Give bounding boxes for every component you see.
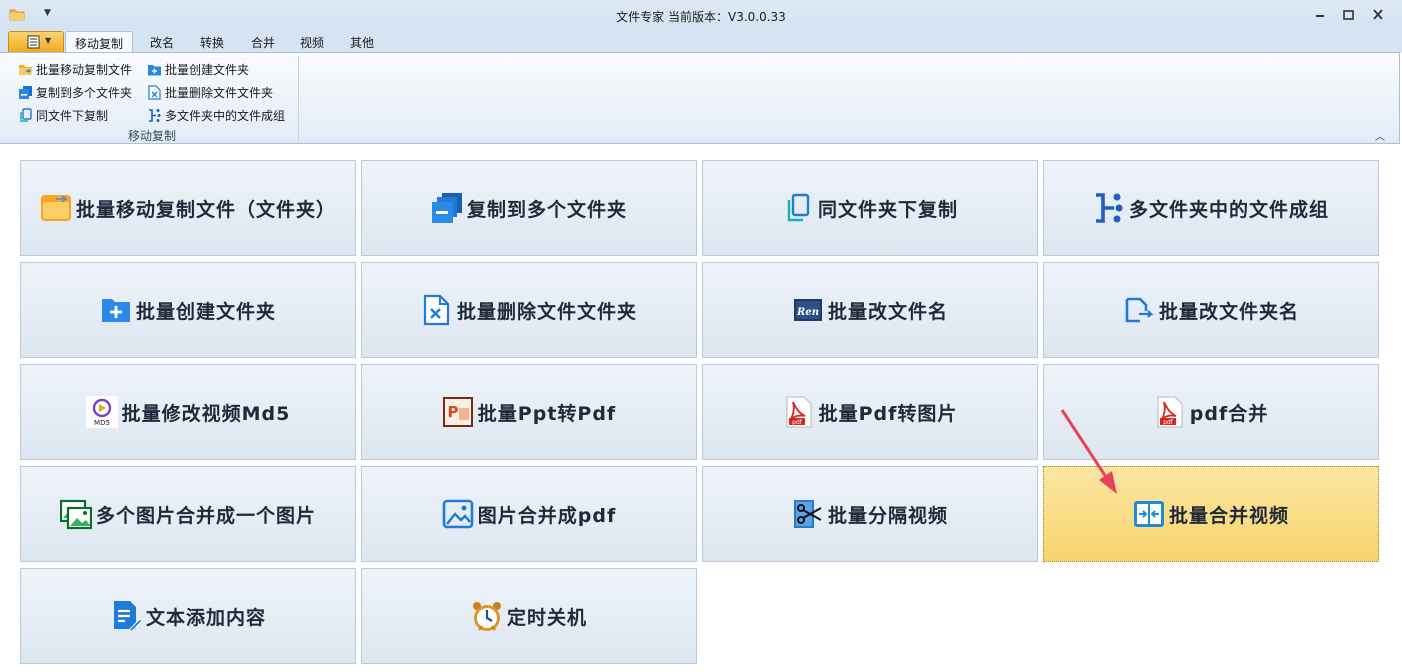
tile-batch-rename-folder[interactable]: 批量改文件夹名	[1043, 262, 1379, 358]
folder-move-icon	[40, 195, 71, 221]
tile-batch-create-folder[interactable]: 批量创建文件夹	[20, 262, 356, 358]
rename-folder-icon	[1125, 297, 1154, 323]
tile-grid: 批量移动复制文件（文件夹） 复制到多个文件夹 同文件夹下复制 多文件夹中的文件成…	[0, 144, 1402, 672]
group-files-icon	[1095, 193, 1123, 223]
image-icon	[442, 499, 474, 529]
ribbon-batch-move-copy-button[interactable]: 批量移动复制文件	[18, 61, 132, 78]
tile-batch-ppt-to-pdf[interactable]: P 批量Ppt转Pdf	[361, 364, 697, 460]
tile-label: 批量移动复制文件（文件夹）	[75, 198, 336, 221]
scissors-icon	[793, 500, 822, 528]
tile-images-to-pdf[interactable]: 图片合并成pdf	[361, 466, 697, 562]
alarm-clock-icon	[472, 602, 501, 631]
maximize-icon[interactable]	[1338, 6, 1358, 24]
svg-text:MD5: MD5	[94, 419, 110, 427]
tile-batch-rename[interactable]: Ren 批量改文件名	[702, 262, 1038, 358]
tile-group-files[interactable]: 多文件夹中的文件成组	[1043, 160, 1379, 256]
tile-label: 批量删除文件文件夹	[456, 300, 637, 323]
menu-dropdown-icon: ▼	[45, 36, 52, 45]
tile-label: 图片合并成pdf	[477, 504, 617, 527]
tile-label: 批量创建文件夹	[135, 300, 276, 323]
title-bar: ▼ 文件专家 当前版本：V3.0.0.33	[0, 0, 1402, 30]
tile-label: 文本添加内容	[145, 606, 266, 629]
tile-label: pdf合并	[1189, 402, 1269, 425]
delete-file-icon	[148, 85, 161, 100]
ribbon-item-label: 批量删除文件文件夹	[165, 86, 274, 100]
pdf-icon: pdf	[1157, 396, 1183, 428]
create-folder-icon	[148, 65, 161, 76]
tile-batch-delete[interactable]: 批量删除文件文件夹	[361, 262, 697, 358]
tile-label: 复制到多个文件夹	[466, 198, 627, 221]
tile-label: 定时关机	[506, 606, 587, 629]
ribbon-batch-delete-button[interactable]: 批量删除文件文件夹	[147, 84, 273, 101]
tile-scheduled-shutdown[interactable]: 定时关机	[361, 568, 697, 664]
copy-same-icon	[787, 193, 810, 222]
tile-merge-images[interactable]: 多个图片合并成一个图片	[20, 466, 356, 562]
tile-label: 批量改文件名	[827, 300, 948, 323]
ribbon-group-label: 移动复制	[127, 129, 176, 143]
tile-copy-multi-folder[interactable]: 复制到多个文件夹	[361, 160, 697, 256]
image-merge-icon	[59, 499, 92, 530]
svg-text:pdf: pdf	[1163, 419, 1174, 426]
tile-label: 批量修改视频Md5	[121, 402, 291, 425]
application-menu-button[interactable]: ▼	[8, 31, 64, 52]
tile-label: 批量Pdf转图片	[818, 402, 958, 425]
ribbon-group-files-button[interactable]: 多文件夹中的文件成组	[147, 107, 285, 124]
minimize-icon[interactable]	[1310, 6, 1330, 24]
tab-rename[interactable]: 改名	[150, 34, 174, 51]
tile-batch-move-copy[interactable]: 批量移动复制文件（文件夹）	[20, 160, 356, 256]
tile-copy-same-folder[interactable]: 同文件夹下复制	[702, 160, 1038, 256]
tile-label: 批量改文件夹名	[1158, 300, 1299, 323]
ribbon-item-label: 复制到多个文件夹	[36, 86, 133, 100]
tile-batch-merge-video[interactable]: 批量合并视频	[1043, 466, 1379, 562]
svg-text:Ren: Ren	[796, 307, 819, 318]
rename-icon: Ren	[793, 299, 822, 321]
tab-move-copy[interactable]: 移动复制	[65, 31, 134, 53]
delete-file-icon	[423, 294, 450, 326]
ribbon-copy-same-folder-button[interactable]: 同文件下复制	[18, 107, 108, 124]
tile-label: 多文件夹中的文件成组	[1128, 198, 1329, 221]
pdf-icon: pdf	[786, 396, 812, 428]
text-edit-icon	[113, 601, 142, 632]
tab-other[interactable]: 其他	[350, 34, 374, 51]
tile-batch-pdf-to-image[interactable]: pdf 批量Pdf转图片	[702, 364, 1038, 460]
ribbon-item-label: 批量创建文件夹	[165, 63, 250, 77]
copy-same-icon	[20, 108, 32, 122]
tile-batch-split-video[interactable]: 批量分隔视频	[702, 466, 1038, 562]
svg-text:P: P	[447, 403, 458, 421]
svg-text:pdf: pdf	[792, 419, 803, 426]
tile-label: 批量合并视频	[1168, 504, 1289, 527]
ribbon-item-label: 多文件夹中的文件成组	[165, 109, 286, 123]
ribbon-copy-multi-folder-button[interactable]: 复制到多个文件夹	[18, 84, 132, 101]
tab-convert[interactable]: 转换	[200, 34, 224, 51]
tile-label: 批量分隔视频	[827, 504, 948, 527]
tile-label: 批量Ppt转Pdf	[477, 402, 617, 425]
copy-multi-icon	[19, 86, 32, 99]
ribbon-item-label: 同文件下复制	[36, 109, 109, 123]
md5-icon: MD5	[85, 396, 118, 428]
tile-label: 多个图片合并成一个图片	[95, 504, 316, 527]
tab-merge[interactable]: 合并	[251, 34, 275, 51]
create-folder-icon	[101, 299, 130, 322]
tile-text-add-content[interactable]: 文本添加内容	[20, 568, 356, 664]
group-files-icon	[149, 109, 161, 122]
ribbon-collapse-icon[interactable]: ︿	[1375, 128, 1385, 143]
folder-move-icon	[19, 65, 32, 75]
merge-video-icon	[1133, 501, 1164, 527]
ribbon-item-label: 批量移动复制文件	[36, 63, 133, 77]
ppt-icon: P	[442, 397, 473, 427]
ribbon-group-separator	[298, 56, 299, 142]
tile-batch-video-md5[interactable]: MD5 批量修改视频Md5	[20, 364, 356, 460]
tile-pdf-merge[interactable]: pdf pdf合并	[1043, 364, 1379, 460]
tile-label: 同文件夹下复制	[817, 198, 958, 221]
window-title: 文件专家 当前版本：V3.0.0.33	[616, 10, 786, 24]
tab-video[interactable]: 视频	[300, 34, 324, 51]
ribbon-batch-create-folder-button[interactable]: 批量创建文件夹	[147, 61, 249, 78]
copy-multi-icon	[431, 193, 462, 223]
menu-icon	[27, 35, 40, 49]
close-icon[interactable]	[1368, 6, 1388, 24]
